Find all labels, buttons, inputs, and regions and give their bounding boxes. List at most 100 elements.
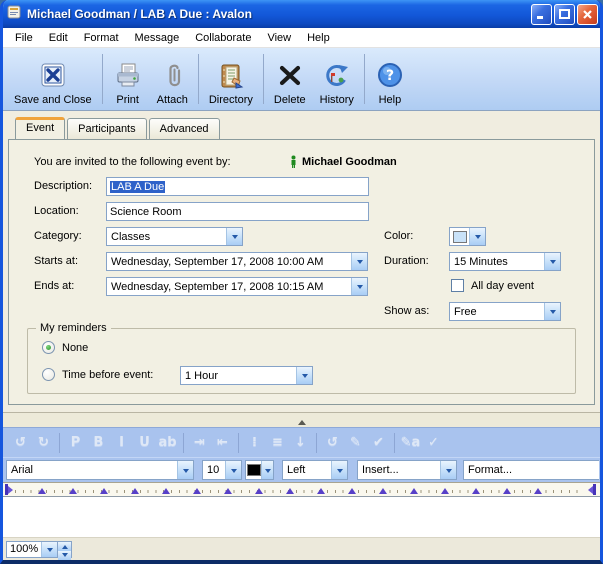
status-bar: 100%: [3, 537, 600, 560]
location-input[interactable]: Science Room: [106, 202, 369, 221]
help-icon: ?: [375, 58, 405, 94]
tab-advanced[interactable]: Advanced: [149, 118, 220, 139]
alignment-select[interactable]: Left: [282, 460, 348, 480]
strikethrough-icon[interactable]: ab: [156, 435, 179, 450]
color-select[interactable]: [449, 227, 486, 246]
edit-styles-icon[interactable]: ✎a: [399, 435, 422, 450]
pane-splitter[interactable]: [3, 412, 600, 427]
tab-participants[interactable]: Participants: [67, 118, 146, 139]
show-as-select[interactable]: Free: [449, 302, 561, 321]
outdent-icon[interactable]: ⇤: [211, 435, 234, 450]
message-body[interactable]: [3, 497, 600, 537]
format-select[interactable]: Format...: [463, 460, 599, 480]
rotate-icon[interactable]: ↺: [321, 435, 344, 450]
reminder-time-select[interactable]: 1 Hour: [180, 366, 313, 385]
tab-stop-marker[interactable]: [379, 488, 387, 494]
chevron-down-icon: [544, 303, 560, 320]
chevron-down-icon: [177, 461, 193, 479]
menu-edit[interactable]: Edit: [41, 30, 76, 46]
starts-at-select[interactable]: Wednesday, September 17, 2008 10:00 AM: [106, 252, 368, 271]
delete-button[interactable]: Delete: [267, 50, 313, 108]
italic-icon[interactable]: I: [110, 435, 133, 450]
tab-stop-marker[interactable]: [162, 488, 170, 494]
font-size-select[interactable]: 10: [202, 460, 242, 480]
tab-stop-marker[interactable]: [286, 488, 294, 494]
font-family-select[interactable]: Arial: [6, 460, 194, 480]
category-select[interactable]: Classes: [106, 227, 243, 246]
tab-stop-icon[interactable]: ⁞: [243, 435, 266, 450]
undo-icon[interactable]: ↺: [9, 435, 32, 450]
tab-stop-marker[interactable]: [255, 488, 263, 494]
tab-stop-marker[interactable]: [317, 488, 325, 494]
zoom-control[interactable]: 100%: [6, 541, 72, 558]
minimize-button[interactable]: [531, 4, 552, 25]
ends-at-select[interactable]: Wednesday, September 17, 2008 10:15 AM: [106, 277, 368, 296]
bold-icon[interactable]: B: [87, 435, 110, 450]
tab-stop-marker[interactable]: [69, 488, 77, 494]
indent-icon[interactable]: ⇥: [188, 435, 211, 450]
spin-down-icon[interactable]: [58, 551, 71, 560]
tab-stop-marker[interactable]: [224, 488, 232, 494]
tab-stop-marker[interactable]: [410, 488, 418, 494]
chevron-down-icon: [226, 228, 242, 245]
close-button[interactable]: [577, 4, 598, 25]
menu-format[interactable]: Format: [76, 30, 127, 46]
ends-at-label: Ends at:: [34, 280, 74, 292]
toolbar-separator: [263, 54, 264, 104]
font-color-swatch: [247, 464, 261, 476]
underline-icon[interactable]: U: [133, 435, 156, 450]
insert-select[interactable]: Insert...: [357, 460, 457, 480]
menu-help[interactable]: Help: [299, 30, 338, 46]
save-and-close-icon: [38, 58, 68, 94]
right-indent-marker[interactable]: [588, 484, 596, 495]
zoom-spinner[interactable]: [58, 541, 72, 558]
toolbar-separator: [394, 433, 395, 453]
line-spacing-icon[interactable]: ≡: [266, 435, 289, 450]
print-button[interactable]: Print: [106, 50, 150, 108]
show-as-label: Show as:: [384, 305, 429, 317]
tab-stop-marker[interactable]: [441, 488, 449, 494]
chevron-down-icon: [544, 253, 560, 270]
tab-stop-marker[interactable]: [193, 488, 201, 494]
menu-view[interactable]: View: [259, 30, 299, 46]
reminder-none-radio[interactable]: [42, 341, 55, 354]
menu-collaborate[interactable]: Collaborate: [187, 30, 259, 46]
tab-stop-marker[interactable]: [38, 488, 46, 494]
tab-stop-marker[interactable]: [534, 488, 542, 494]
tab-event[interactable]: Event: [15, 117, 65, 139]
ruler[interactable]: [3, 482, 600, 497]
description-input[interactable]: LAB A Due: [106, 177, 369, 196]
pencil-icon[interactable]: ✎: [344, 435, 367, 450]
spell-check-icon[interactable]: ✓: [422, 435, 445, 450]
directory-button[interactable]: Directory: [202, 50, 260, 108]
history-button[interactable]: History: [313, 50, 361, 108]
maximize-button[interactable]: [554, 4, 575, 25]
menu-file[interactable]: File: [7, 30, 41, 46]
tab-stop-marker[interactable]: [100, 488, 108, 494]
paragraph-icon[interactable]: P: [64, 435, 87, 450]
duration-select[interactable]: 15 Minutes: [449, 252, 561, 271]
tab-stop-marker[interactable]: [472, 488, 480, 494]
accept-edit-icon[interactable]: ✔: [367, 435, 390, 450]
chevron-down-icon: [469, 228, 485, 245]
tab-stop-marker[interactable]: [503, 488, 511, 494]
attach-button[interactable]: Attach: [150, 50, 195, 108]
move-down-icon[interactable]: ↓: [289, 435, 312, 450]
tab-stop-marker[interactable]: [131, 488, 139, 494]
zoom-value: 100%: [7, 543, 41, 555]
main-toolbar: Save and Close Print: [3, 48, 600, 111]
left-indent-marker[interactable]: [5, 484, 13, 495]
reminder-time-radio[interactable]: [42, 368, 55, 381]
reminder-time-label: Time before event:: [62, 369, 153, 381]
redo-icon[interactable]: ↻: [32, 435, 55, 450]
duration-label: Duration:: [384, 255, 429, 267]
help-button[interactable]: ? Help: [368, 50, 412, 108]
spin-up-icon[interactable]: [58, 542, 71, 551]
menu-message[interactable]: Message: [127, 30, 188, 46]
font-color-select[interactable]: [245, 460, 274, 480]
tab-stop-marker[interactable]: [348, 488, 356, 494]
title-bar: Michael Goodman / LAB A Due : Avalon: [0, 0, 603, 28]
all-day-checkbox[interactable]: [451, 279, 464, 292]
save-and-close-button[interactable]: Save and Close: [7, 50, 99, 108]
tab-strip: Event Participants Advanced: [15, 118, 222, 140]
